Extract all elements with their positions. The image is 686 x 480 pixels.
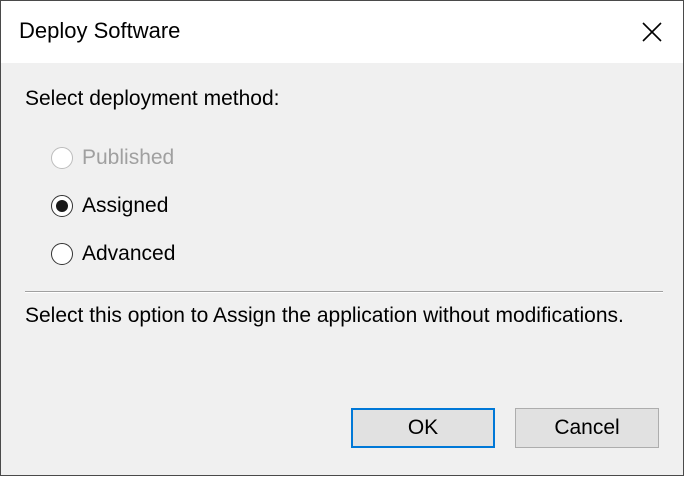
close-button[interactable] <box>621 1 683 63</box>
radio-selected-dot <box>56 200 68 212</box>
deploy-software-dialog: Deploy Software Select deployment method… <box>0 0 684 476</box>
separator <box>25 291 663 293</box>
radio-assigned-label[interactable]: Assigned <box>82 194 168 218</box>
close-icon <box>642 22 662 42</box>
radio-advanced-label[interactable]: Advanced <box>82 242 175 266</box>
ok-button[interactable]: OK <box>351 408 495 448</box>
radio-advanced-circle[interactable] <box>51 243 73 265</box>
radio-assigned-circle[interactable] <box>51 195 73 217</box>
radio-advanced[interactable]: Advanced <box>51 239 175 269</box>
radio-published-circle <box>51 147 73 169</box>
radio-published-label: Published <box>82 146 175 169</box>
dialog-content: Select deployment method: Published Assi… <box>1 63 683 475</box>
option-description: Select this option to Assign the applica… <box>25 304 624 327</box>
cancel-button[interactable]: Cancel <box>515 408 659 448</box>
title-bar: Deploy Software <box>1 1 683 63</box>
window-title: Deploy Software <box>19 18 181 43</box>
radio-assigned[interactable]: Assigned <box>51 191 168 221</box>
deployment-method-prompt: Select deployment method: <box>25 87 280 110</box>
radio-published: Published <box>51 143 174 173</box>
